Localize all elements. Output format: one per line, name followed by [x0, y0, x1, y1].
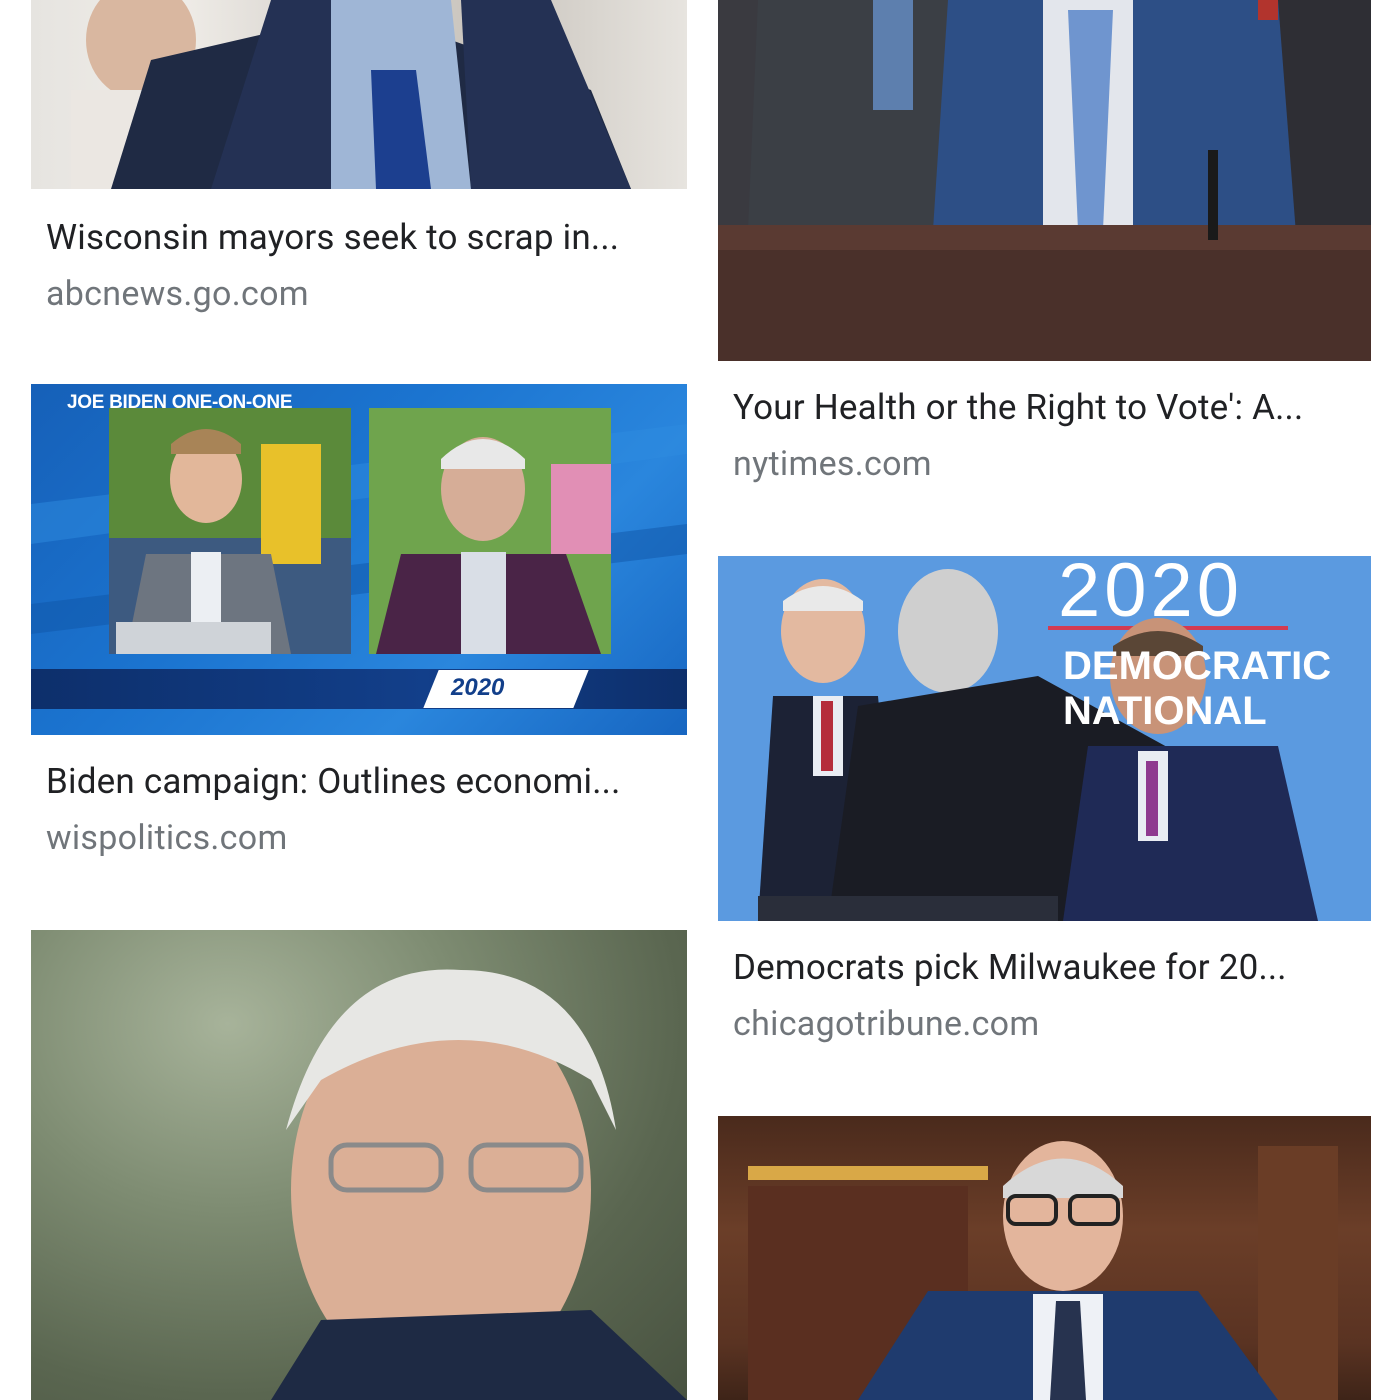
- lower-third-text: JOE BIDEN ONE-ON-ONE: [67, 392, 293, 413]
- result-source: chicagotribune.com: [733, 1004, 1040, 1044]
- result-source: nytimes.com: [733, 444, 932, 484]
- photo-man-with-glasses-outdoor: [271, 969, 687, 1400]
- result-thumbnail[interactable]: [31, 930, 687, 1400]
- photo-press-conference: [718, 0, 1371, 361]
- result-source: wispolitics.com: [46, 818, 288, 858]
- photo-man-in-suit: [71, 0, 631, 189]
- photo-man-in-office: [748, 1141, 1338, 1400]
- image-result-card[interactable]: [718, 1116, 1371, 1400]
- result-title[interactable]: Wisconsin mayors seek to scrap in...: [46, 216, 672, 260]
- lower-third-banner: [31, 669, 687, 709]
- result-title[interactable]: Your Health or the Right to Vote': A...: [733, 386, 1356, 430]
- result-thumbnail[interactable]: [718, 1116, 1371, 1400]
- image-results-grid: Wisconsin mayors seek to scrap in... abc…: [0, 0, 1400, 1400]
- result-thumbnail[interactable]: 2020 DEMOCRATIC NATIONAL: [718, 556, 1371, 921]
- 2020-badge: [423, 670, 589, 708]
- result-thumbnail[interactable]: [718, 0, 1371, 361]
- photo-dnc-announcement: [718, 556, 1371, 921]
- result-title[interactable]: Biden campaign: Outlines economi...: [46, 760, 672, 804]
- dnc-backdrop-word: DEMOCRATIC NATIONAL: [1063, 644, 1332, 733]
- 2020-badge-text: 2020: [451, 674, 505, 701]
- image-result-card[interactable]: [31, 930, 687, 1400]
- result-title[interactable]: Democrats pick Milwaukee for 20...: [733, 946, 1356, 990]
- result-thumbnail[interactable]: [31, 0, 687, 189]
- result-source: abcnews.go.com: [46, 274, 309, 314]
- dnc-backdrop-year: 2020: [1058, 556, 1244, 633]
- image-result-card[interactable]: Wisconsin mayors seek to scrap in... abc…: [31, 0, 687, 330]
- image-result-card[interactable]: Your Health or the Right to Vote': A... …: [718, 0, 1371, 500]
- image-result-card[interactable]: 2020 DEMOCRATIC NATIONAL Democrats pick …: [718, 556, 1371, 1056]
- result-thumbnail[interactable]: JOE BIDEN ONE-ON-ONE 2020: [31, 384, 687, 735]
- image-result-card[interactable]: JOE BIDEN ONE-ON-ONE 2020 Biden campaign…: [31, 384, 687, 864]
